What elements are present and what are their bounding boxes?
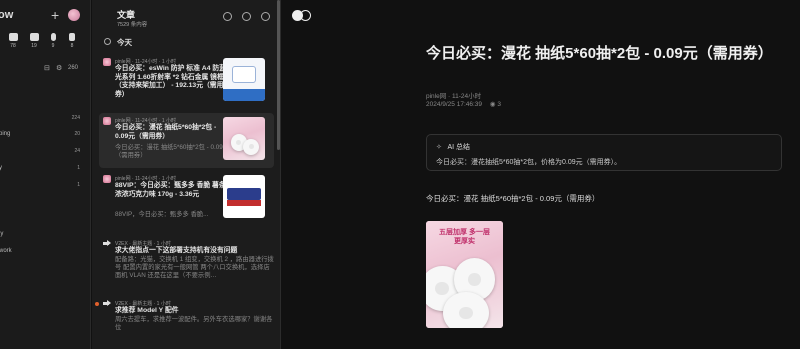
thumbnail <box>223 58 265 101</box>
avatar[interactable] <box>68 9 80 21</box>
today-group-header[interactable]: 今天 <box>101 36 273 48</box>
thumbnail <box>223 175 265 218</box>
source-icon <box>103 117 111 125</box>
sidebar-item[interactable] <box>0 212 90 224</box>
sidebar-stats: 78 19 9 8 <box>0 33 90 53</box>
mic-icon <box>50 33 56 41</box>
list-item[interactable]: V2EX · 最新主题 · 1 小时 求推荐 Model Y 配件 周六去提车，… <box>95 296 274 346</box>
sidebar-item[interactable]: 24 <box>0 146 90 158</box>
settings-icon[interactable]: ⚙ <box>56 64 62 72</box>
reader-pane: 今日必买：漫花 抽纸5*60抽*2包 - 0.09元（需用券） pinle网 ·… <box>281 0 800 349</box>
unread-count: 260 <box>68 65 79 71</box>
sidebar-item[interactable]: 1 <box>0 180 90 192</box>
filter-icon[interactable] <box>242 12 251 21</box>
v2ex-icon <box>103 300 111 307</box>
stat-videos[interactable]: 19 <box>27 33 41 49</box>
source-icon <box>103 175 111 183</box>
article-image[interactable]: 五层加厚 多一层更厚实 <box>426 221 503 328</box>
sidebar-item[interactable]: work <box>0 246 90 258</box>
bookmark-icon <box>69 33 75 41</box>
check-circle-icon[interactable] <box>104 38 111 45</box>
refresh-icon[interactable] <box>223 12 232 21</box>
ai-summary-box: ✧ AI 总结 今日必买：漫花抽纸5*60抽*2包，价格为0.09元（需用券）。 <box>426 134 782 171</box>
article-title: 今日必买：漫花 抽纸5*60抽*2包 - 0.09元（需用券） <box>426 45 773 62</box>
list-item[interactable]: V2EX · 最新主题 · 1 小时 求大佬指点一下这部署支持机有没有问题 配备… <box>99 236 274 292</box>
clipboard-icon <box>8 33 18 41</box>
unread-dot <box>95 302 99 306</box>
stat-audio[interactable]: 9 <box>46 33 60 49</box>
list-item[interactable]: pinle网 · 11-24小时 · 1 小时 88VIP：今日必买：甄多多 香… <box>99 171 274 227</box>
mark-read-icon[interactable] <box>261 12 270 21</box>
app-window: ow + 78 19 9 8 ⊟ ⚙ 260 <box>0 0 800 349</box>
list-count: 7529 条内容 <box>117 22 148 28</box>
sidebar-toolbar: ⊟ ⚙ 260 <box>0 64 90 74</box>
list-item[interactable]: pinle网 · 11-24小时 · 1 小时 今日必买：esWin 防护 标准… <box>99 54 274 110</box>
thumbnail <box>223 117 265 160</box>
add-feed-button[interactable]: + <box>51 7 59 23</box>
article-source[interactable]: pinle网 · 11-24小时 <box>426 90 481 100</box>
stat-saved[interactable]: 8 <box>65 33 79 49</box>
video-icon <box>29 33 39 41</box>
sidebar-item[interactable]: y 1 <box>0 163 90 175</box>
stat-articles[interactable]: 78 <box>6 33 20 49</box>
image-banner-text: 五层加厚 多一层更厚实 <box>439 229 490 246</box>
app-logo-icon <box>292 9 312 23</box>
article-list: 文章 7529 条内容 今天 pinle网 · 11-24小时 · 1 小时 今… <box>92 0 281 349</box>
sidebar-item[interactable]: 224 <box>0 113 90 125</box>
v2ex-icon <box>103 240 111 247</box>
sparkle-icon: ✧ <box>436 144 442 151</box>
layout-icon[interactable]: ⊟ <box>44 64 50 72</box>
eye-icon: ◉ <box>489 101 496 108</box>
sidebar-item[interactable]: ly <box>0 229 90 241</box>
sidebar-title: ow <box>0 9 14 21</box>
ai-summary-text: 今日必买：漫花抽纸5*60抽*2包，价格为0.09元（需用券）。 <box>436 159 622 166</box>
scrollbar[interactable] <box>277 0 280 150</box>
list-item-selected[interactable]: pinle网 · 11-24小时 · 1 小时 今日必买：漫花 抽纸5*60抽*… <box>99 113 274 168</box>
sidebar-item[interactable]: ping 20 <box>0 129 90 141</box>
article-body: 今日必买：漫花 抽纸5*60抽*2包 - 0.09元（需用券） <box>426 194 600 203</box>
article-meta: 2024/9/25 17:46:39 ◉ 3 <box>426 101 501 108</box>
source-icon <box>103 58 111 66</box>
sidebar: ow + 78 19 9 8 ⊟ ⚙ 260 <box>0 0 91 349</box>
